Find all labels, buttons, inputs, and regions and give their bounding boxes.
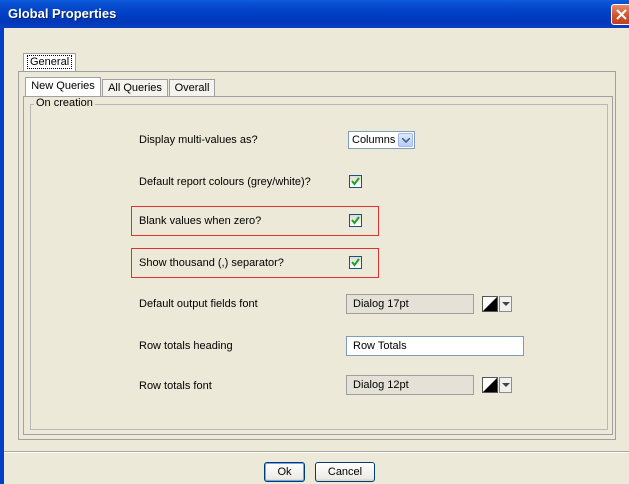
display-multi-values-label: Display multi-values as? xyxy=(139,134,258,146)
check-icon xyxy=(351,177,360,186)
color-swatch-icon xyxy=(483,378,497,392)
title-bar[interactable]: Global Properties xyxy=(0,0,629,28)
report-colours-checkbox[interactable] xyxy=(349,175,362,188)
tab-new-queries-label: New Queries xyxy=(31,80,95,92)
row-totals-font-dropdown-button[interactable] xyxy=(499,377,512,393)
output-font-dropdown-button[interactable] xyxy=(499,296,512,312)
button-bar-separator xyxy=(4,451,629,453)
close-icon xyxy=(616,9,627,20)
row-totals-heading-value: Row Totals xyxy=(353,340,407,352)
on-creation-legend: On creation xyxy=(34,97,95,109)
tab-all-queries-label: All Queries xyxy=(108,82,162,94)
output-font-field: Dialog 17pt xyxy=(346,294,474,314)
ok-button[interactable]: Ok xyxy=(264,462,305,482)
global-properties-dialog: Global Properties General New Queries Al… xyxy=(0,0,629,484)
tab-general[interactable]: General xyxy=(23,53,77,72)
ok-button-label: Ok xyxy=(277,466,292,478)
cancel-button-label: Cancel xyxy=(327,466,363,478)
caret-down-icon xyxy=(502,383,510,387)
display-multi-values-value: Columns xyxy=(352,134,396,146)
close-button[interactable] xyxy=(611,4,629,25)
tab-overall[interactable]: Overall xyxy=(169,79,215,97)
row-totals-font-color-button[interactable] xyxy=(482,377,498,393)
chevron-down-icon xyxy=(402,138,410,143)
blank-zero-label: Blank values when zero? xyxy=(139,215,262,227)
tab-overall-label: Overall xyxy=(174,82,210,94)
tab-general-label: General xyxy=(27,55,73,69)
tab-new-queries[interactable]: New Queries xyxy=(25,77,101,96)
row-totals-font-label: Row totals font xyxy=(139,380,212,392)
row-totals-heading-label: Row totals heading xyxy=(139,340,233,352)
output-font-value: Dialog 17pt xyxy=(353,298,409,310)
blank-zero-checkbox[interactable] xyxy=(349,214,362,227)
caret-down-icon xyxy=(502,302,510,306)
tab-all-queries[interactable]: All Queries xyxy=(102,79,168,97)
output-font-color-button[interactable] xyxy=(482,296,498,312)
output-font-label: Default output fields font xyxy=(139,298,258,310)
thousand-separator-checkbox[interactable] xyxy=(349,256,362,269)
row-totals-font-field: Dialog 12pt xyxy=(346,375,474,395)
window-frame-left xyxy=(0,28,4,484)
thousand-separator-label: Show thousand (,) separator? xyxy=(139,257,284,269)
report-colours-label: Default report colours (grey/white)? xyxy=(139,176,311,188)
window-title: Global Properties xyxy=(8,6,117,21)
display-multi-values-select[interactable]: Columns xyxy=(348,131,415,149)
cancel-button[interactable]: Cancel xyxy=(315,462,375,482)
check-icon xyxy=(351,258,360,267)
check-icon xyxy=(351,216,360,225)
color-swatch-icon xyxy=(483,297,497,311)
display-multi-values-dropdown-button[interactable] xyxy=(398,133,413,147)
row-totals-font-value: Dialog 12pt xyxy=(353,379,409,391)
row-totals-heading-input[interactable]: Row Totals xyxy=(346,336,524,356)
